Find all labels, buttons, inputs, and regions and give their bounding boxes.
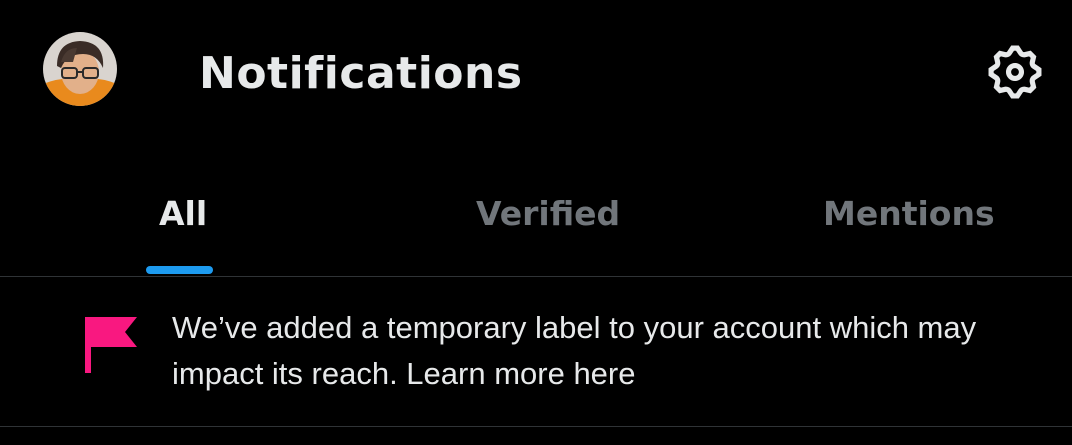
gear-icon (988, 45, 1042, 99)
flag-icon (85, 317, 137, 373)
header-bar: Notifications (0, 0, 1072, 150)
settings-button[interactable] (984, 41, 1046, 103)
active-tab-indicator (146, 266, 213, 274)
tab-verified[interactable]: Verified (360, 150, 720, 277)
tab-label: Verified (476, 194, 621, 233)
tab-all[interactable]: All (0, 150, 360, 277)
tab-label: Mentions (823, 194, 995, 233)
page-title: Notifications (199, 48, 523, 99)
notification-item[interactable]: We’ve added a temporary label to your ac… (0, 277, 1072, 427)
notification-text: We’ve added a temporary label to your ac… (172, 310, 977, 391)
tab-mentions[interactable]: Mentions (720, 150, 1072, 277)
avatar[interactable] (43, 32, 117, 106)
tab-bar: All Verified Mentions (0, 150, 1072, 277)
tab-label: All (159, 194, 208, 233)
user-avatar-icon (43, 32, 117, 106)
